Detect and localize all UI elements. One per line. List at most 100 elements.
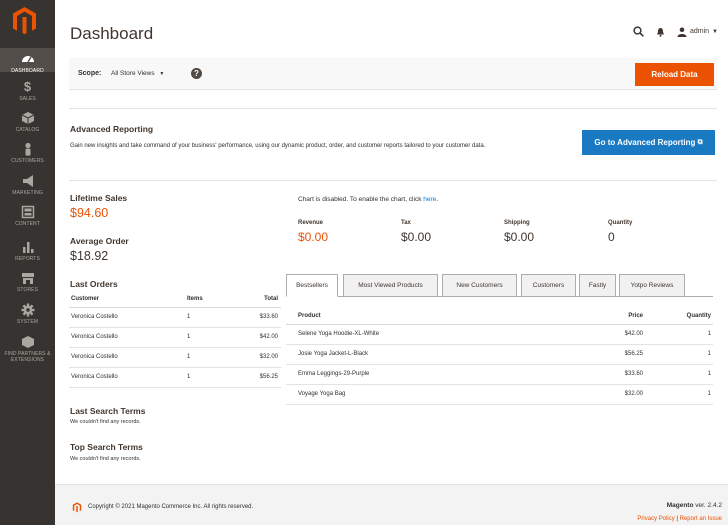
column-header: Price xyxy=(596,309,651,325)
sidebar-item-catalog[interactable]: CATALOG xyxy=(0,111,55,133)
sidebar-item-partners[interactable]: FIND PARTNERS & EXTENSIONS xyxy=(0,335,55,363)
tab-fastly[interactable]: Fastly xyxy=(579,274,616,297)
quantity-label: Quantity xyxy=(608,220,633,226)
gear-icon xyxy=(21,303,34,317)
product-cell: Selene Yoga Hoodie-XL-White xyxy=(286,324,596,345)
bar-chart-icon xyxy=(22,242,33,253)
sidebar-item-reports[interactable]: REPORTS xyxy=(0,240,55,262)
top-search-terms-title: Top Search Terms xyxy=(70,442,143,452)
user-menu[interactable]: admin ▼ xyxy=(677,27,718,37)
table-row[interactable]: Josie Yoga Jacket-L-Black $56.25 1 xyxy=(286,344,713,365)
user-name: admin xyxy=(689,28,710,35)
chart-note-suffix: . xyxy=(436,196,439,203)
brand-name: Magento xyxy=(666,502,694,509)
version-info: Magento ver. 2.4.2 xyxy=(667,502,722,509)
table-header-row: Customer Items Total xyxy=(69,292,281,308)
store-icon xyxy=(21,273,34,284)
tab-new-customers[interactable]: New Customers xyxy=(442,274,517,297)
quantity-cell: 1 xyxy=(651,384,713,405)
cube-icon xyxy=(21,336,34,348)
lifetime-sales-label: Lifetime Sales xyxy=(70,193,128,203)
dashboard-icon xyxy=(21,56,34,63)
main-content: Dashboard admin ▼ Scope: All Store Views… xyxy=(55,0,728,525)
sidebar-item-label: REPORTS xyxy=(15,256,40,262)
average-order-label: Average Order xyxy=(70,236,129,246)
column-header: Total xyxy=(245,292,281,308)
last-orders-table: Customer Items Total Veronica Costello 1 $… xyxy=(69,292,281,388)
megaphone-icon xyxy=(22,175,33,187)
shipping-value: $0.00 xyxy=(504,230,535,244)
tax-value: $0.00 xyxy=(401,230,432,244)
tab-bestsellers[interactable]: Bestsellers xyxy=(286,274,338,297)
sidebar-item-label: FIND PARTNERS & EXTENSIONS xyxy=(4,351,51,363)
sidebar-item-content[interactable]: CONTENT xyxy=(0,205,55,227)
sidebar-item-marketing[interactable]: MARKETING xyxy=(0,174,55,196)
chart-disabled-note: Chart is disabled. To enable the chart, … xyxy=(298,196,438,203)
total-cell: $56.25 xyxy=(245,367,281,388)
customer-cell: Veronica Costello xyxy=(69,307,187,328)
sidebar-item-dashboard[interactable]: DASHBOARD xyxy=(0,48,55,74)
scope-value: All Store Views xyxy=(111,70,155,77)
footer-links: Privacy Policy | Report an Issue xyxy=(637,516,722,522)
header-actions: admin ▼ xyxy=(633,26,718,37)
version-text: ver. 2.4.2 xyxy=(693,502,722,509)
table-row[interactable]: Voyage Yoga Bag $32.00 1 xyxy=(286,384,713,405)
table-header-row: Product Price Quantity xyxy=(286,309,713,325)
tab-most-viewed-products[interactable]: Most Viewed Products xyxy=(343,274,438,297)
revenue-label: Revenue xyxy=(298,220,324,226)
go-to-advanced-reporting-button[interactable]: Go to Advanced Reporting ⧉ xyxy=(582,130,715,155)
table-row[interactable]: Veronica Costello 1 $42.00 xyxy=(69,327,281,348)
customer-cell: Veronica Costello xyxy=(69,347,187,368)
sidebar-item-system[interactable]: SYSTEM xyxy=(0,303,55,325)
help-icon[interactable]: ? xyxy=(191,68,202,79)
price-cell: $56.25 xyxy=(596,344,651,365)
magento-logo-icon[interactable] xyxy=(11,6,38,36)
notifications-bell-icon[interactable] xyxy=(656,27,665,37)
items-cell: 1 xyxy=(187,327,245,348)
divider xyxy=(69,180,717,181)
table-row[interactable]: Veronica Costello 1 $33.60 xyxy=(69,307,281,328)
chevron-down-icon: ▼ xyxy=(712,28,718,35)
tab-customers[interactable]: Customers xyxy=(521,274,576,297)
column-header: Items xyxy=(187,292,245,308)
price-cell: $33.60 xyxy=(596,364,651,385)
column-header: Quantity xyxy=(651,309,713,325)
scope-bar: Scope: All Store Views ▼ ? Reload Data xyxy=(69,58,717,90)
sidebar-item-label: CATALOG xyxy=(15,127,40,133)
sidebar-item-sales[interactable]: $ SALES xyxy=(0,79,55,103)
dollar-icon: $ xyxy=(23,79,32,94)
user-icon xyxy=(677,27,687,37)
report-issue-link[interactable]: Report an Issue xyxy=(680,516,722,522)
chart-note-text: Chart is disabled. To enable the chart, … xyxy=(298,196,424,203)
total-cell: $42.00 xyxy=(245,327,281,348)
admin-sidebar: DASHBOARD $ SALES CATALOG CUSTOMERS MARK… xyxy=(0,0,55,525)
tab-yotpo-reviews[interactable]: Yotpo Reviews xyxy=(619,274,685,297)
items-cell: 1 xyxy=(187,347,245,368)
items-cell: 1 xyxy=(187,367,245,388)
box-icon xyxy=(21,112,34,124)
sidebar-item-customers[interactable]: CUSTOMERS xyxy=(0,142,55,164)
bestsellers-table: Product Price Quantity Selene Yoga Hoodi… xyxy=(286,309,713,405)
enable-chart-link[interactable]: here xyxy=(423,196,436,203)
table-row[interactable]: Selene Yoga Hoodie-XL-White $42.00 1 xyxy=(286,324,713,345)
magento-logo-icon xyxy=(72,502,82,513)
average-order-value: $18.92 xyxy=(70,249,109,263)
sidebar-item-label: CUSTOMERS xyxy=(11,158,44,164)
table-row[interactable]: Veronica Costello 1 $32.00 xyxy=(69,347,281,368)
advanced-reporting-title: Advanced Reporting xyxy=(70,124,154,134)
revenue-value: $0.00 xyxy=(298,230,329,244)
chevron-down-icon: ▼ xyxy=(159,71,165,77)
table-row[interactable]: Veronica Costello 1 $56.25 xyxy=(69,367,281,388)
table-row[interactable]: Emma Leggings-29-Purple $33.60 1 xyxy=(286,364,713,385)
privacy-policy-link[interactable]: Privacy Policy xyxy=(637,516,674,522)
dashboard-tabs: Bestsellers Most Viewed Products New Cus… xyxy=(286,274,713,297)
reload-data-button[interactable]: Reload Data xyxy=(635,63,714,86)
customer-cell: Veronica Costello xyxy=(69,327,187,348)
lifetime-sales-value: $94.60 xyxy=(70,206,109,220)
sidebar-item-stores[interactable]: STORES xyxy=(0,271,55,293)
search-icon[interactable] xyxy=(633,26,644,37)
scope-switcher[interactable]: All Store Views ▼ xyxy=(111,70,164,77)
shipping-label: Shipping xyxy=(504,220,530,226)
column-header: Product xyxy=(286,309,596,325)
copyright-text: Copyright © 2021 Magento Commerce Inc. A… xyxy=(88,504,254,510)
